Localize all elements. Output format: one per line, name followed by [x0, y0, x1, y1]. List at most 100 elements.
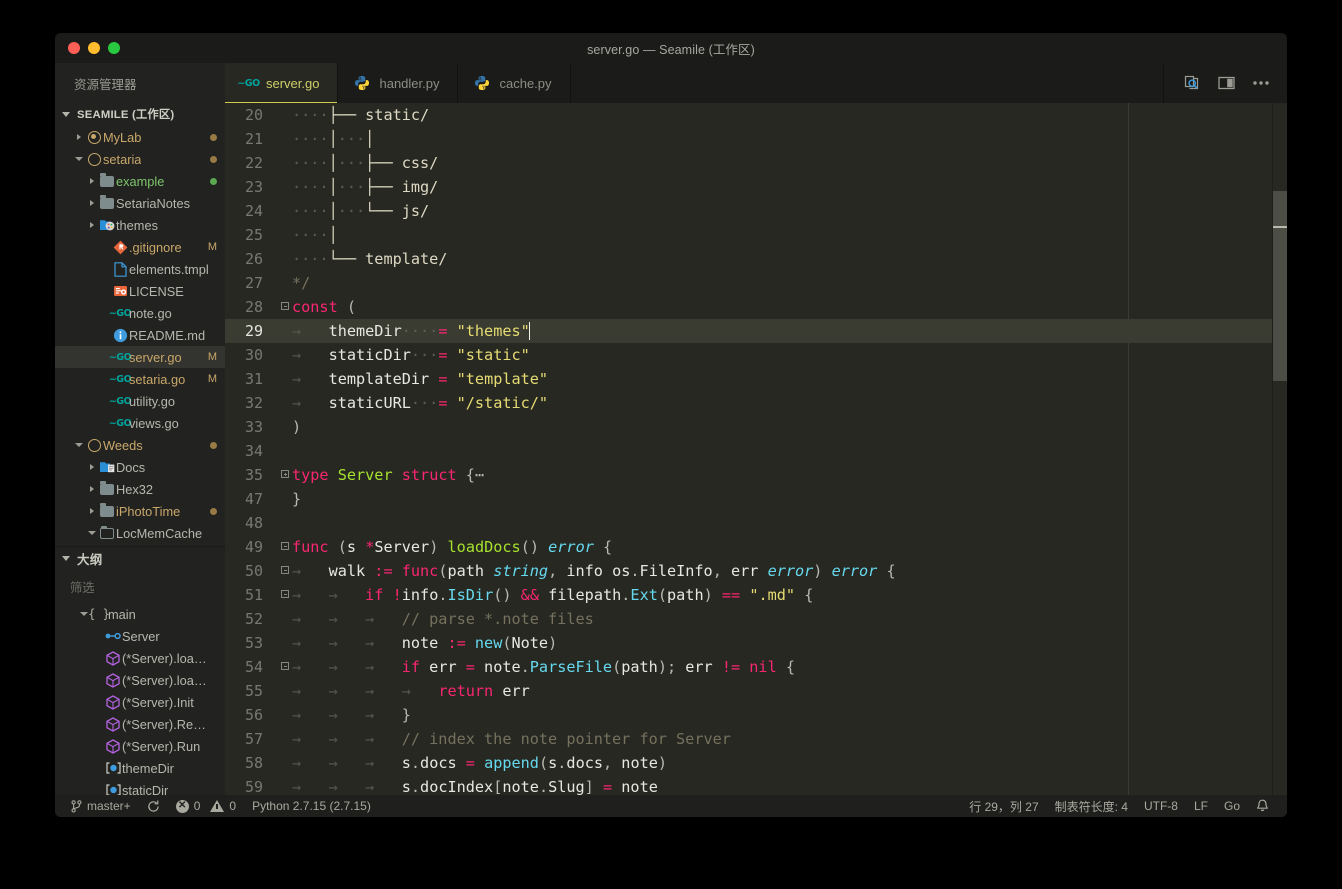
code-text[interactable]: → → → // parse *.note files — [292, 607, 1287, 631]
fold-collapse-icon[interactable] — [281, 662, 289, 670]
code-line[interactable]: 26 ····└── template/ — [225, 247, 1287, 271]
file-tree-item-note-go[interactable]: ~GO note.go — [55, 302, 225, 324]
code-line[interactable]: 52 → → → // parse *.note files — [225, 607, 1287, 631]
code-text[interactable]: } — [292, 487, 1287, 511]
code-line[interactable]: 47} — [225, 487, 1287, 511]
twisty-icon[interactable] — [87, 484, 98, 495]
fold-gutter[interactable] — [278, 566, 292, 576]
twisty-icon[interactable] — [100, 330, 111, 341]
status-interpreter[interactable]: Python 2.7.15 (2.7.15) — [244, 795, 379, 817]
editor-tab-server-go[interactable]: ~GO server.go — [225, 63, 339, 103]
status-encoding[interactable]: UTF-8 — [1136, 795, 1186, 817]
twisty-icon[interactable] — [93, 763, 104, 774]
twisty-icon[interactable] — [100, 374, 111, 385]
outline-item-themedir[interactable]: themeDir — [55, 757, 225, 779]
code-text[interactable]: → → → s.docs = append(s.docs, note) — [292, 751, 1287, 775]
code-text[interactable]: func (s *Server) loadDocs() error { — [292, 535, 1287, 559]
code-text[interactable]: → → → } — [292, 703, 1287, 727]
code-line[interactable]: 30 → staticDir···= "static" — [225, 343, 1287, 367]
code-text[interactable]: → → → if err = note.ParseFile(path); err… — [292, 655, 1287, 679]
status-tab-size[interactable]: 制表符长度: 4 — [1047, 795, 1136, 817]
file-tree-item-utility-go[interactable]: ~GO utility.go — [55, 390, 225, 412]
editor-tab-handler-py[interactable]: handler.py — [338, 63, 459, 103]
file-tree-item-weeds[interactable]: Weeds — [55, 434, 225, 456]
twisty-icon[interactable] — [87, 220, 98, 231]
code-text[interactable]: */ — [292, 271, 1287, 295]
status-problems[interactable]: ✕ 0 0 — [168, 795, 244, 817]
file-tree-item-docs[interactable]: Docs — [55, 456, 225, 478]
outline-item--server-init[interactable]: (*Server).Init — [55, 691, 225, 713]
fold-gutter[interactable] — [278, 470, 292, 480]
code-text[interactable]: → → → → return err — [292, 679, 1287, 703]
more-actions-icon[interactable] — [1252, 80, 1270, 86]
code-text[interactable]: type Server struct {⋯ — [292, 463, 1287, 487]
file-tree-item-iphototime[interactable]: iPhotoTime — [55, 500, 225, 522]
outline-filter-input[interactable]: 筛选 — [63, 574, 217, 600]
code-line[interactable]: 21 ····│···│ — [225, 127, 1287, 151]
twisty-icon[interactable] — [100, 396, 111, 407]
file-tree-item-elements-tmpl[interactable]: elements.tmpl — [55, 258, 225, 280]
code-line[interactable]: 33) — [225, 415, 1287, 439]
twisty-icon[interactable] — [79, 609, 90, 620]
editor-scrollbar-thumb[interactable] — [1273, 191, 1287, 381]
outline-section-header[interactable]: 大纲 — [55, 547, 225, 569]
status-notifications[interactable] — [1248, 795, 1277, 817]
code-text[interactable]: const ( — [292, 295, 1287, 319]
twisty-icon[interactable] — [87, 506, 98, 517]
code-line[interactable]: 31 → templateDir = "template" — [225, 367, 1287, 391]
code-text[interactable]: ····│ — [292, 223, 1287, 247]
code-line[interactable]: 35 type Server struct {⋯ — [225, 463, 1287, 487]
twisty-icon[interactable] — [100, 308, 111, 319]
code-line[interactable]: 22 ····│···├── css/ — [225, 151, 1287, 175]
twisty-icon[interactable] — [93, 719, 104, 730]
code-line[interactable]: 57 → → → // index the note pointer for Se… — [225, 727, 1287, 751]
minimize-window-button[interactable] — [88, 42, 100, 54]
file-tree-item-setarianotes[interactable]: SetariaNotes — [55, 192, 225, 214]
outline-item-staticdir[interactable]: staticDir — [55, 779, 225, 795]
code-line[interactable]: 49 func (s *Server) loadDocs() error { — [225, 535, 1287, 559]
file-tree-item-setaria-go[interactable]: ~GO setaria.go M — [55, 368, 225, 390]
outline-item-main[interactable]: { } main — [55, 603, 225, 625]
code-line[interactable]: 54 → → → if err = note.ParseFile(path); e… — [225, 655, 1287, 679]
fold-gutter[interactable] — [278, 302, 292, 312]
code-text[interactable]: ····└── template/ — [292, 247, 1287, 271]
code-line[interactable]: 32 → staticURL···= "/static/" — [225, 391, 1287, 415]
code-line[interactable]: 50 → walk := func(path string, info os.Fi… — [225, 559, 1287, 583]
maximize-window-button[interactable] — [108, 42, 120, 54]
fold-collapse-icon[interactable] — [281, 302, 289, 310]
code-line[interactable]: 34 — [225, 439, 1287, 463]
file-tree-item-setaria[interactable]: setaria — [55, 148, 225, 170]
file-tree-item-example[interactable]: example — [55, 170, 225, 192]
code-line[interactable]: 53 → → → note := new(Note) — [225, 631, 1287, 655]
code-text[interactable]: ) — [292, 415, 1287, 439]
twisty-icon[interactable] — [93, 675, 104, 686]
sidebar-scroll[interactable]: SEAMILE (工作区) MyLab setaria example Setaria… — [55, 103, 225, 795]
code-text[interactable]: → → → note := new(Note) — [292, 631, 1287, 655]
fold-collapse-icon[interactable] — [281, 566, 289, 574]
file-tree-item-readme-md[interactable]: README.md — [55, 324, 225, 346]
close-window-button[interactable] — [68, 42, 80, 54]
status-eol[interactable]: LF — [1186, 795, 1216, 817]
code-text[interactable]: ····│···│ — [292, 127, 1287, 151]
code-text[interactable]: → staticURL···= "/static/" — [292, 391, 1287, 415]
file-tree-item-server-go[interactable]: ~GO server.go M — [55, 346, 225, 368]
fold-gutter[interactable] — [278, 590, 292, 600]
code-text[interactable]: → → → s.docIndex[note.Slug] = note — [292, 775, 1287, 795]
fold-collapse-icon[interactable] — [281, 590, 289, 598]
twisty-icon[interactable] — [93, 697, 104, 708]
twisty-icon[interactable] — [87, 176, 98, 187]
code-text[interactable]: → → if !info.IsDir() && filepath.Ext(pat… — [292, 583, 1287, 607]
code-text[interactable]: → staticDir···= "static" — [292, 343, 1287, 367]
code-text[interactable]: → themeDir····= "themes" — [292, 319, 1287, 343]
file-tree-item-views-go[interactable]: ~GO views.go — [55, 412, 225, 434]
code-line[interactable]: 23 ····│···├── img/ — [225, 175, 1287, 199]
file-tree-item-locmemcache[interactable]: LocMemCache — [55, 522, 225, 544]
code-line[interactable]: 25 ····│ — [225, 223, 1287, 247]
twisty-icon[interactable] — [100, 242, 111, 253]
code-editor[interactable]: 20 ····├── static/21 ····│···│ 22 ····│···├─… — [225, 103, 1287, 795]
code-line-current[interactable]: 29 → themeDir····= "themes" — [225, 319, 1287, 343]
twisty-icon[interactable] — [100, 352, 111, 363]
file-tree-item-themes[interactable]: themes — [55, 214, 225, 236]
code-text[interactable]: → walk := func(path string, info os.File… — [292, 559, 1287, 583]
code-line[interactable]: 28 const ( — [225, 295, 1287, 319]
